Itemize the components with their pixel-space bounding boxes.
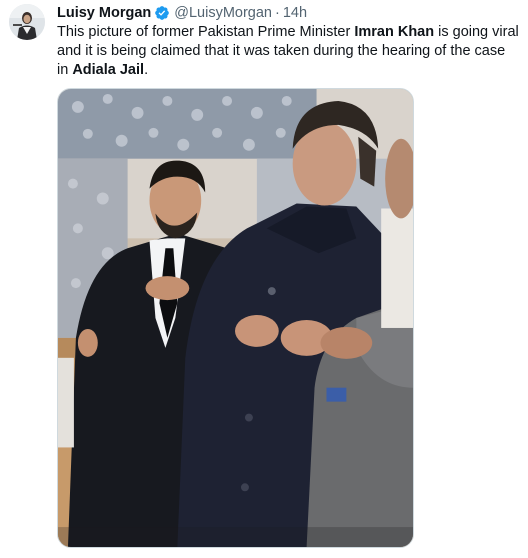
tweet-text-part-1: This picture of former Pakistan Prime Mi… <box>57 24 355 40</box>
display-name[interactable]: Luisy Morgan <box>57 4 151 22</box>
photo-image <box>58 89 413 547</box>
tweet-text-part-3: . <box>144 62 149 78</box>
user-handle[interactable]: @LuisyMorgan <box>174 4 272 22</box>
avatar-image <box>9 4 45 40</box>
tweet-text-bold-name: Imran Khan <box>354 24 435 40</box>
header-separator: · <box>275 5 280 21</box>
avatar[interactable] <box>9 4 45 40</box>
tweet-text-bold-place: Adiala Jail <box>72 62 145 78</box>
timestamp[interactable]: 14h <box>283 4 307 22</box>
tweet-photo[interactable] <box>57 88 414 548</box>
tweet-text: This picture of former Pakistan Prime Mi… <box>57 23 519 80</box>
tweet: Luisy Morgan @LuisyMorgan · 14h This pic… <box>0 0 528 558</box>
verified-badge-icon <box>154 5 170 21</box>
tweet-header: Luisy Morgan @LuisyMorgan · 14h <box>57 4 307 22</box>
